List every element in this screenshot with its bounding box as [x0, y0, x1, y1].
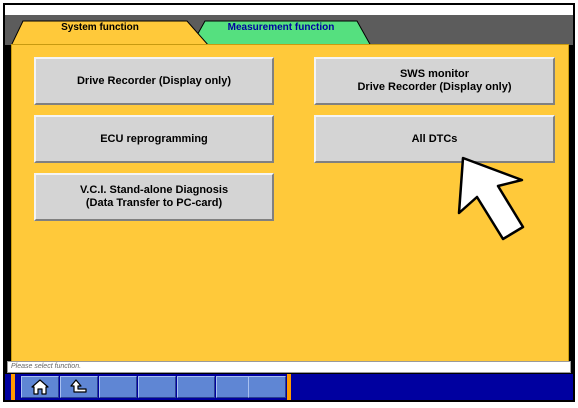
toolbar-button-3[interactable] [99, 376, 137, 398]
toolbar-button-5[interactable] [177, 376, 215, 398]
status-bar: Please select function. [7, 361, 571, 373]
tab-system-label: System function [61, 22, 139, 33]
toolbar-button-4[interactable] [138, 376, 176, 398]
drive-recorder-button[interactable]: Drive Recorder (Display only) [34, 57, 274, 105]
title-strip [5, 5, 573, 15]
tab-measurement-function[interactable]: Measurement function [191, 20, 371, 46]
ecu-reprogramming-button[interactable]: ECU reprogramming [34, 115, 274, 163]
back-button[interactable] [60, 376, 98, 398]
sws-monitor-button[interactable]: SWS monitor Drive Recorder (Display only… [314, 57, 555, 105]
home-icon [31, 379, 49, 395]
back-arrow-icon [70, 379, 87, 393]
vci-standalone-button[interactable]: V.C.I. Stand-alone Diagnosis (Data Trans… [34, 173, 274, 221]
tab-measurement-label: Measurement function [227, 22, 335, 33]
tab-system-function[interactable]: System function [11, 20, 211, 46]
toolbar-button-7[interactable] [248, 376, 286, 398]
toolbar-accent-left [11, 374, 15, 400]
home-button[interactable] [21, 376, 59, 398]
toolbar-accent-right [287, 374, 291, 400]
app-window: Measurement function System function Dri… [3, 3, 575, 402]
pointer-arrow-icon [457, 156, 525, 241]
status-text: Please select function. [11, 363, 82, 370]
